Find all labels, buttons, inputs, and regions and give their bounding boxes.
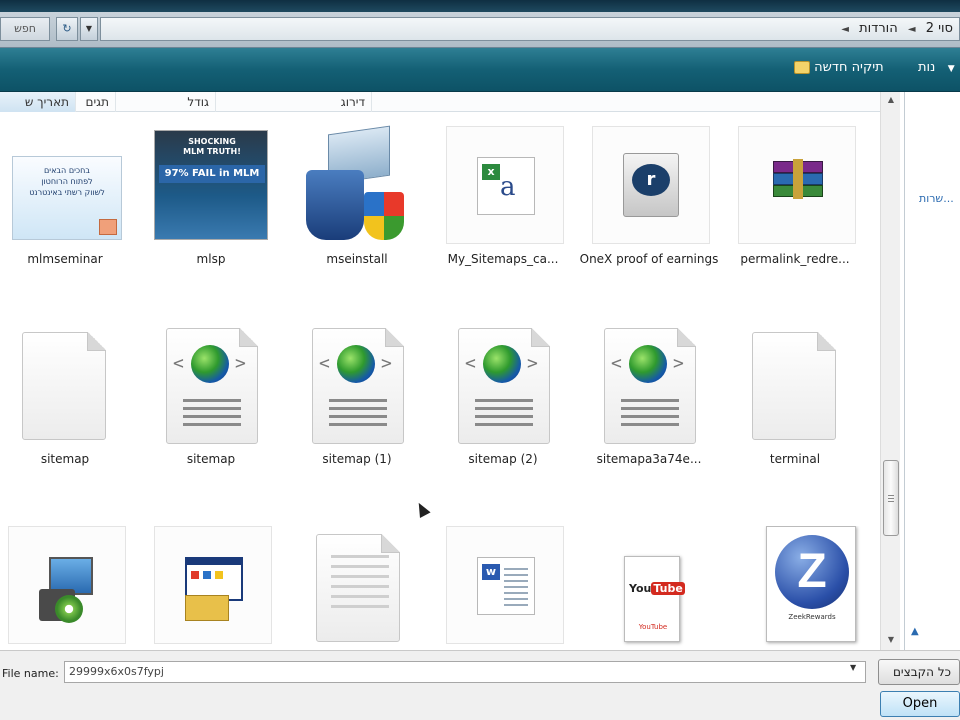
file-name-label: permalink_redre...: [740, 252, 850, 266]
text-file-icon: [300, 526, 418, 644]
nav-pane-link[interactable]: שרות...: [919, 192, 954, 205]
address-row: חפש ↻ ▼ סוי 2 ◄ הורדות ◄: [0, 12, 960, 48]
zeek-rewards-thumbnail-icon: Z ZeekRewards: [738, 526, 856, 644]
scrollbar-thumb[interactable]: [883, 460, 899, 536]
winrar-archive-icon: [738, 126, 856, 244]
organize-dropdown-icon: ▼: [947, 64, 955, 74]
file-item[interactable]: permalink_redre...: [720, 126, 870, 316]
setup-window-icon: [154, 526, 272, 644]
file-item[interactable]: < > sitemap (1): [282, 326, 432, 516]
file-name-label: sitemap (1): [322, 452, 392, 466]
blank-file-icon: [738, 326, 856, 444]
installer-shield-icon: [300, 125, 418, 244]
file-name-dropdown-icon[interactable]: ▼: [850, 663, 856, 672]
file-item[interactable]: w: [428, 526, 578, 650]
command-toolbar: תיקיה חדשה ▼ נות: [0, 48, 960, 92]
file-item[interactable]: בחכים הבאים לפתוח הרוחטון לשווק רשתי באינט…: [0, 126, 140, 316]
file-name-area: File name: 29999x6x0s7fypj ▼ כל הקבצים O…: [0, 650, 960, 720]
file-item[interactable]: sitemap: [0, 326, 140, 516]
realplayer-file-icon: r: [592, 126, 710, 244]
image-thumbnail-icon: בחכים הבאים לפתוח הרוחטון לשווק רשתי באינט…: [8, 126, 126, 244]
organize-menu[interactable]: ▼ נות: [918, 60, 955, 75]
search-input[interactable]: חפש: [0, 17, 50, 41]
file-name-label: mlsp: [196, 252, 226, 266]
file-item[interactable]: You Tube YouTube: [574, 526, 724, 650]
file-item[interactable]: terminal: [720, 326, 870, 516]
breadcrumb-separator-icon[interactable]: ◄: [902, 24, 922, 35]
file-item[interactable]: [282, 526, 432, 650]
breadcrumb-item[interactable]: סוי 2: [926, 21, 953, 36]
file-name-label: terminal: [769, 452, 821, 466]
file-name-label: sitemap (2): [468, 452, 538, 466]
file-item[interactable]: r OneX proof of earnings: [574, 126, 724, 316]
scroll-up-icon[interactable]: ▲: [881, 92, 901, 108]
setup-installer-icon: [8, 526, 126, 644]
new-folder-label: תיקיה חדשה: [814, 60, 884, 75]
file-item[interactable]: SHOCKING MLM TRUTH! 97% FAIL in MLM mlsp: [136, 126, 286, 316]
breadcrumb-separator-icon[interactable]: ◄: [835, 24, 855, 35]
refresh-button[interactable]: ↻: [56, 17, 78, 41]
title-strip: [0, 0, 960, 12]
vertical-scrollbar[interactable]: ▲ ▼: [880, 92, 900, 650]
file-view: תאריך ש תגים גודל דירוג בחכים הבאים לפתוח…: [0, 92, 904, 650]
blank-file-icon: [8, 326, 126, 444]
excel-file-icon: x a: [446, 126, 564, 244]
word-file-icon: w: [446, 526, 564, 644]
address-history-dropdown[interactable]: ▼: [80, 17, 98, 41]
file-item[interactable]: [136, 526, 286, 650]
column-header-tags[interactable]: תגים: [76, 92, 116, 112]
file-name-label: sitemap: [40, 452, 90, 466]
file-name-label: File name:: [2, 667, 59, 680]
file-item[interactable]: < > sitemap (2): [428, 326, 578, 516]
xml-globe-file-icon: < >: [592, 326, 710, 444]
youtube-thumbnail-icon: You Tube YouTube: [592, 526, 710, 644]
nav-pane-collapse-icon[interactable]: ▲: [911, 626, 919, 637]
file-name-label: My_Sitemaps_ca...: [447, 252, 559, 266]
file-item[interactable]: Z ZeekRewards: [720, 526, 870, 650]
address-bar[interactable]: סוי 2 ◄ הורדות ◄: [100, 17, 960, 41]
file-item[interactable]: mseinstall: [282, 125, 432, 316]
image-thumbnail-icon: SHOCKING MLM TRUTH! 97% FAIL in MLM: [154, 126, 272, 244]
file-type-filter[interactable]: כל הקבצים: [878, 659, 960, 685]
navigation-pane: שרות... ▲: [904, 92, 960, 650]
file-name-label: mseinstall: [326, 252, 388, 266]
file-item[interactable]: [0, 526, 140, 650]
file-name-input[interactable]: 29999x6x0s7fypj: [64, 661, 866, 683]
file-name-label: sitemap: [186, 452, 236, 466]
xml-globe-file-icon: < >: [154, 326, 272, 444]
folder-icon: [794, 61, 810, 74]
new-folder-button[interactable]: תיקיה חדשה: [790, 60, 884, 75]
file-item[interactable]: < > sitemapa3a74e...: [574, 326, 724, 516]
column-header-rating[interactable]: דירוג: [216, 92, 372, 112]
breadcrumb: סוי 2 ◄ הורדות ◄: [835, 21, 953, 36]
column-header-date[interactable]: תאריך ש: [0, 92, 76, 112]
column-header-row: תאריך ש תגים גודל דירוג: [0, 92, 880, 112]
organize-label: נות: [918, 60, 936, 75]
column-header-size[interactable]: גודל: [116, 92, 216, 112]
file-item[interactable]: x a My_Sitemaps_ca...: [428, 126, 578, 316]
xml-globe-file-icon: < >: [300, 326, 418, 444]
scroll-down-icon[interactable]: ▼: [881, 632, 901, 648]
file-name-label: sitemapa3a74e...: [596, 452, 702, 466]
file-name-label: mlmseminar: [27, 252, 103, 266]
file-item[interactable]: < > sitemap: [136, 326, 286, 516]
open-button[interactable]: Open: [880, 691, 960, 717]
file-name-label: OneX proof of earnings: [579, 252, 719, 266]
xml-globe-file-icon: < >: [446, 326, 564, 444]
breadcrumb-item[interactable]: הורדות: [859, 21, 898, 36]
